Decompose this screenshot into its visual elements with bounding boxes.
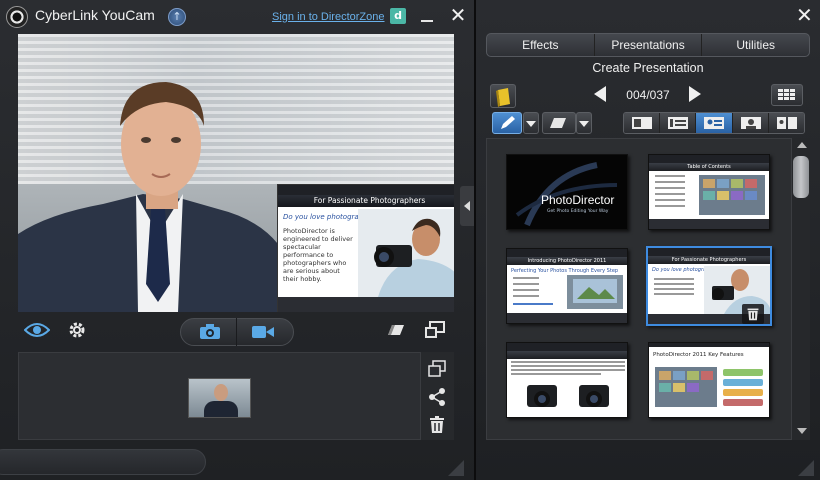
grid-icon <box>778 89 795 100</box>
thumbnail-body <box>204 401 238 417</box>
chevron-down-icon <box>579 121 589 127</box>
photographer-image <box>358 209 454 297</box>
layout-slide-left-button[interactable] <box>624 113 661 133</box>
scroll-thumb[interactable] <box>793 156 809 198</box>
presenter-avatar <box>18 82 286 312</box>
panel-heading: Create Presentation <box>592 61 704 75</box>
directorzone-icon[interactable]: d <box>390 8 406 24</box>
pip-toolbar <box>278 185 454 195</box>
scroll-up-button[interactable] <box>797 142 807 148</box>
slide-header: Introducing PhotoDirector 2011 <box>507 257 627 265</box>
layout-side-icon <box>776 117 797 129</box>
pip-thumb-strip <box>278 297 454 312</box>
share-icon[interactable] <box>428 388 446 406</box>
video-camera-icon[interactable] <box>252 325 274 339</box>
panel-resize-grip-icon[interactable] <box>798 460 814 476</box>
cover-slide-subtitle: Get Photo Editing Your Way <box>547 209 609 214</box>
layout-options <box>623 112 805 134</box>
pip-slide-header: For Passionate Photographers <box>278 195 454 207</box>
close-button[interactable]: ✕ <box>448 5 468 25</box>
slide-subtitle: Perfecting Your Photos Through Every Ste… <box>511 268 619 274</box>
layout-list-button[interactable] <box>660 113 697 133</box>
eye-icon[interactable] <box>24 322 50 338</box>
captured-thumbnail[interactable] <box>188 378 251 418</box>
layout-presenter-icon <box>704 117 725 129</box>
layout-list-icon <box>668 117 689 129</box>
pen-icon <box>501 116 515 129</box>
previous-slide-button[interactable] <box>594 86 606 102</box>
slide-thumb-strip <box>649 219 769 229</box>
slide-title: PhotoDirector 2011 Key Features <box>653 352 744 358</box>
delete-slide-button[interactable] <box>742 304 764 324</box>
slide-thumbnail[interactable]: Introducing PhotoDirector 2011 Perfectin… <box>506 248 628 324</box>
eraser-options-dropdown[interactable] <box>576 112 592 134</box>
slide-thumbnail[interactable]: Table of Contents <box>648 154 770 230</box>
slide-toolbar <box>507 343 627 351</box>
pen-options-dropdown[interactable] <box>523 112 539 134</box>
pip-slide-overlay[interactable]: For Passionate Photographers Do you love… <box>277 184 454 312</box>
book-icon <box>496 88 510 107</box>
intro-content-graphic <box>513 275 623 309</box>
signin-link[interactable]: Sign in to DirectorZone <box>272 11 385 23</box>
slide-thumbnail-selected[interactable]: For Passionate Photographers Do you love… <box>646 246 772 326</box>
open-folder-icon[interactable] <box>428 360 446 378</box>
resize-grip-icon[interactable] <box>448 460 464 476</box>
tab-effects[interactable]: Effects <box>487 34 595 56</box>
slide-toolbar <box>649 155 769 163</box>
gear-icon[interactable] <box>67 320 87 340</box>
next-slide-button[interactable] <box>689 86 701 102</box>
slide-page-counter: 004/037 <box>626 88 670 102</box>
pip-mode-icon[interactable] <box>425 321 445 339</box>
pip-slide-body: PhotoDirector is engineered to deliver s… <box>283 227 353 283</box>
grid-view-button[interactable] <box>771 84 803 106</box>
layout-camera-icon <box>740 117 761 129</box>
layout-camera-only-button[interactable] <box>732 113 769 133</box>
collapse-panel-handle[interactable] <box>460 186 474 226</box>
eraser-tool-button[interactable] <box>542 112 576 134</box>
capture-mode-switch <box>180 318 294 346</box>
features-content-graphic <box>511 361 625 407</box>
layout-left-icon <box>632 117 652 129</box>
presentation-library-button[interactable] <box>490 84 516 108</box>
chevron-left-icon <box>464 201 470 211</box>
cover-slide-title: PhotoDirector <box>541 193 615 207</box>
scroll-down-button[interactable] <box>797 428 807 434</box>
pen-tool-button[interactable] <box>492 112 522 134</box>
slide-thumbnail[interactable]: PhotoDirector 2011 Key Features <box>648 342 770 418</box>
eraser-icon[interactable] <box>386 323 408 337</box>
status-bar <box>0 449 206 475</box>
tab-presentations[interactable]: Presentations <box>595 34 703 56</box>
trash-icon <box>747 308 759 321</box>
toc-content-graphic <box>655 175 765 215</box>
panel-close-button[interactable]: ✕ <box>796 5 813 25</box>
layout-side-by-side-button[interactable] <box>768 113 804 133</box>
slide-toolbar <box>649 343 769 347</box>
panel-tabs: Effects Presentations Utilities <box>486 33 810 57</box>
slide-thumbnail[interactable] <box>506 342 628 418</box>
tab-utilities[interactable]: Utilities <box>702 34 809 56</box>
layout-presenter-button[interactable] <box>696 113 733 133</box>
youcam-logo-icon <box>6 6 28 28</box>
key-features-content-graphic <box>655 367 763 407</box>
slide-header <box>507 351 627 359</box>
minimize-button[interactable] <box>421 20 433 22</box>
slide-header: For Passionate Photographers <box>648 256 770 264</box>
trash-icon[interactable] <box>428 416 446 434</box>
slide-thumbnail[interactable]: PhotoDirector Get Photo Editing Your Way <box>506 154 628 230</box>
thumbnail-face <box>214 384 228 401</box>
slide-header: Table of Contents <box>649 163 769 171</box>
slide-thumb-strip <box>507 313 627 323</box>
upgrade-icon[interactable]: ↑ <box>168 8 186 26</box>
slide-toolbar <box>507 249 627 257</box>
slide-toolbar <box>648 248 770 256</box>
app-title: CyberLink YouCam <box>35 7 155 23</box>
webcam-preview: For Passionate Photographers Do you love… <box>18 34 454 312</box>
eraser-icon <box>550 118 566 128</box>
capture-mode-separator <box>236 318 237 346</box>
chevron-down-icon <box>526 121 536 127</box>
camera-icon[interactable] <box>199 324 221 340</box>
